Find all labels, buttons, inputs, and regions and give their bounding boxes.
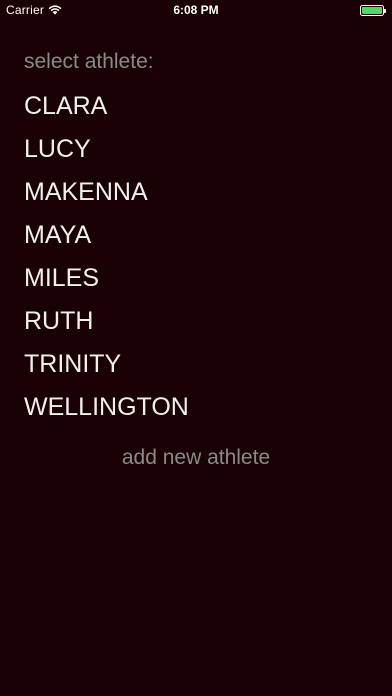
athlete-item-wellington[interactable]: WELLINGTON [24,389,189,432]
status-time: 6:08 PM [173,3,219,17]
athlete-item-maya[interactable]: MAYA [24,217,189,260]
athlete-item-trinity[interactable]: TRINITY [24,346,189,389]
battery-level [362,7,382,14]
athlete-item-clara[interactable]: CLARA [24,88,189,131]
status-bar: Carrier 6:08 PM [0,0,392,20]
select-athlete-prompt: select athlete: [24,50,154,73]
athlete-list: CLARA LUCY MAKENNA MAYA MILES RUTH TRINITY WELL… [24,88,189,432]
athlete-item-lucy[interactable]: LUCY [24,131,189,174]
athlete-item-ruth[interactable]: RUTH [24,303,189,346]
add-new-athlete-button[interactable]: add new athlete [0,446,392,470]
battery-tip [384,9,386,13]
athlete-item-miles[interactable]: MILES [24,260,189,303]
battery-icon [360,5,386,16]
athlete-item-makenna[interactable]: MAKENNA [24,174,189,217]
